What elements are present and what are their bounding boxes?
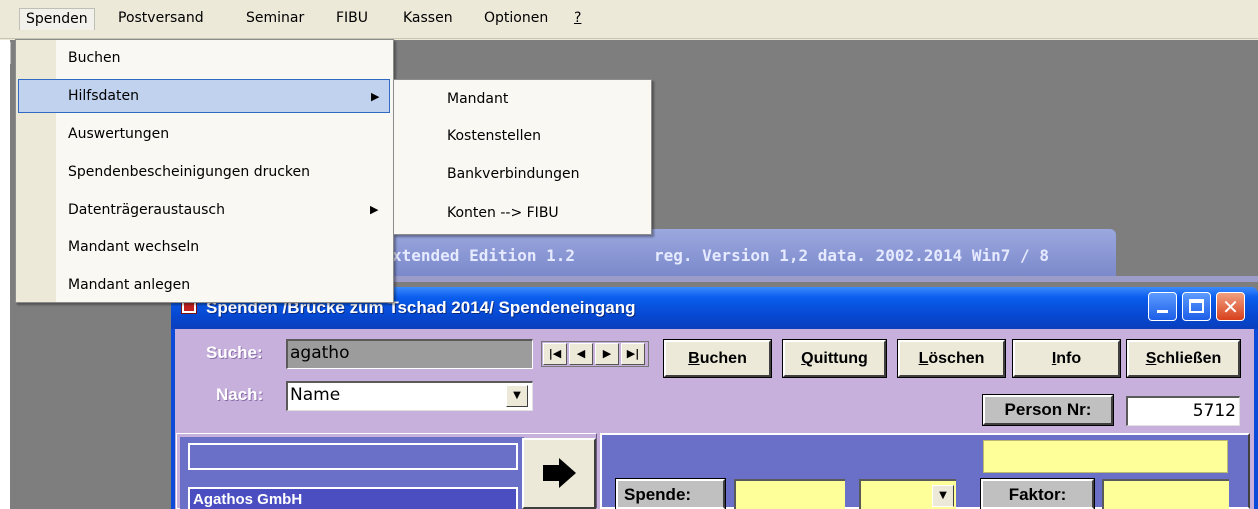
menu-optionen[interactable]: Optionen	[478, 8, 554, 30]
schliessen-mnemonic: S	[1145, 350, 1157, 367]
info-button[interactable]: Info	[1012, 339, 1121, 378]
menu-item-mandant-anlegen[interactable]: Mandant anlegen	[68, 268, 388, 302]
person-nr-label: Person Nr:	[982, 394, 1114, 426]
loeschen-mnemonic: L	[918, 350, 929, 367]
nach-label: Nach:	[216, 385, 264, 404]
info-field[interactable]	[983, 440, 1228, 473]
menu-item-datentraeger-label: Datenträgeraustausch	[68, 202, 225, 218]
loeschen-label: öschen	[928, 350, 985, 367]
background-window-body	[336, 276, 1258, 282]
submenu-arrow-icon: ▶	[370, 203, 379, 216]
result-row[interactable]: Agathos GmbH	[188, 487, 518, 509]
chevron-down-icon[interactable]: ▼	[506, 385, 528, 407]
quittung-button[interactable]: Quittung	[782, 339, 887, 378]
buchen-label: uchen	[699, 350, 747, 367]
menu-item-buchen[interactable]: Buchen	[68, 41, 388, 75]
menu-postversand[interactable]: Postversand	[112, 8, 210, 30]
faktor-field[interactable]	[1102, 479, 1229, 509]
person-nr-field[interactable]: 5712	[1126, 396, 1240, 426]
menu-help[interactable]: ?	[568, 8, 587, 30]
suche-label: Suche:	[206, 343, 263, 362]
submenu-item-kostenstellen[interactable]: Kostenstellen	[447, 119, 647, 153]
previous-record-button[interactable]: ◀	[569, 343, 593, 365]
menu-kassen[interactable]: Kassen	[397, 8, 459, 30]
buchen-mnemonic: B	[688, 350, 700, 367]
edition-label: xtended Edition 1.2	[392, 246, 576, 265]
menu-item-auswertungen[interactable]: Auswertungen	[68, 117, 388, 151]
schliessen-button[interactable]: Schließen	[1126, 339, 1241, 378]
menu-spenden[interactable]: Spenden	[19, 8, 95, 30]
search-input[interactable]: agatho	[286, 339, 533, 369]
submenu-item-bankverbindungen[interactable]: Bankverbindungen	[447, 157, 647, 191]
quittung-label: uittung	[813, 350, 868, 367]
submenu-item-mandant[interactable]: Mandant	[447, 82, 647, 116]
spende-amount-field[interactable]	[734, 479, 845, 509]
arrow-right-icon	[543, 458, 576, 488]
transfer-button[interactable]	[522, 438, 596, 509]
menu-item-spendenbescheinigungen[interactable]: Spendenbescheinigungen drucken	[68, 155, 388, 189]
last-record-button[interactable]: ▶|	[621, 343, 645, 365]
submenu-item-konten-fibu[interactable]: Konten --> FIBU	[447, 196, 647, 230]
first-record-button[interactable]: |◀	[543, 343, 567, 365]
minimize-icon	[1157, 310, 1168, 313]
maximize-button[interactable]	[1182, 292, 1211, 321]
menu-fibu[interactable]: FIBU	[330, 8, 374, 30]
menu-item-mandant-wechseln[interactable]: Mandant wechseln	[68, 230, 388, 264]
search-field-select[interactable]: Name	[286, 381, 533, 411]
schliessen-label: chließen	[1156, 350, 1222, 367]
loeschen-button[interactable]: Löschen	[897, 339, 1006, 378]
minimize-button[interactable]	[1148, 292, 1177, 321]
workspace-edge	[0, 40, 10, 509]
close-icon: ✕	[1222, 295, 1239, 319]
menu-item-hilfsdaten-label: Hilfsdaten	[68, 88, 139, 104]
version-label: reg. Version 1,2 data. 2002.2014 Win7 / …	[654, 246, 1049, 265]
quittung-mnemonic: Q	[801, 350, 814, 367]
buchen-button[interactable]: Buchen	[663, 339, 772, 378]
info-label: nfo	[1056, 350, 1082, 367]
chevron-down-icon[interactable]: ▼	[932, 485, 954, 507]
submenu-arrow-icon: ▶	[371, 90, 380, 103]
next-record-button[interactable]: ▶	[595, 343, 619, 365]
close-button[interactable]: ✕	[1216, 292, 1245, 321]
faktor-label: Faktor:	[980, 478, 1095, 509]
results-header-field[interactable]	[188, 443, 518, 470]
spende-label: Spende:	[615, 478, 726, 509]
maximize-icon	[1189, 299, 1204, 313]
toolbar-grip	[10, 42, 11, 64]
menu-seminar[interactable]: Seminar	[240, 8, 310, 30]
menu-item-datentraegeraustausch[interactable]: Datenträgeraustausch ▶	[68, 193, 388, 227]
menu-item-hilfsdaten[interactable]: Hilfsdaten ▶	[18, 79, 390, 113]
